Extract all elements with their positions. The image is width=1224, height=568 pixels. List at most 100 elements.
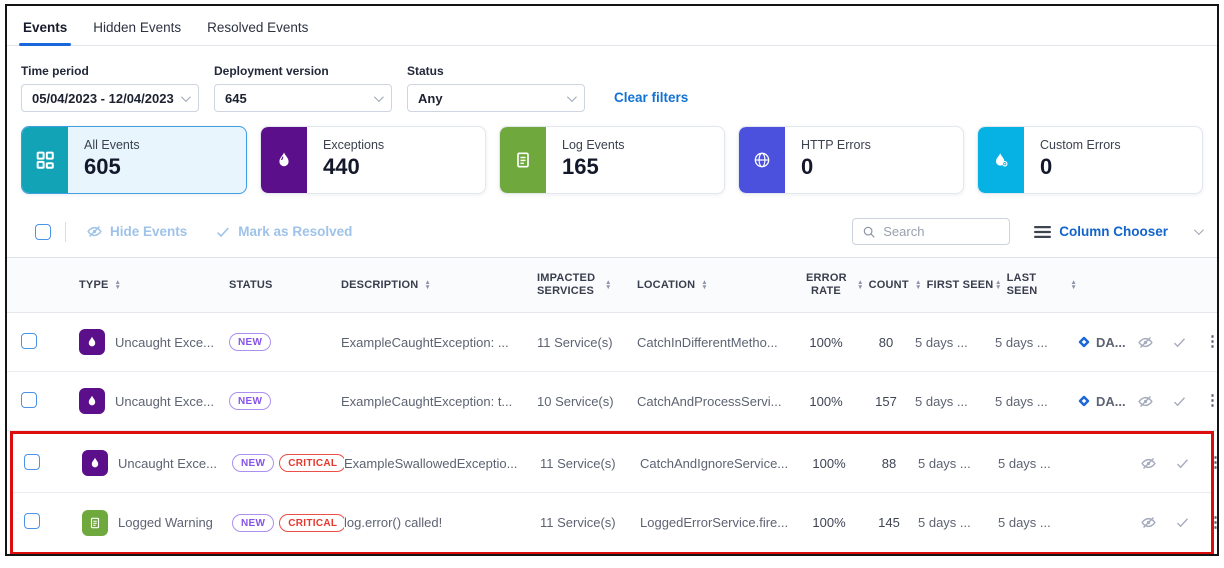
last-seen-value: 5 days ...	[995, 335, 1077, 350]
sort-icon[interactable]: ▲▼	[115, 280, 122, 291]
chevron-down-icon	[567, 92, 577, 102]
sort-icon[interactable]: ▲▼	[995, 280, 1002, 291]
flame-icon	[79, 329, 105, 355]
row-checkbox[interactable]	[21, 333, 37, 349]
table-row[interactable]: Uncaught Exce... NEW ExampleCaughtExcept…	[7, 313, 1217, 372]
row-menu-icon[interactable]: ⋮	[1208, 456, 1219, 470]
event-location: CatchInDifferentMetho...	[637, 335, 795, 350]
card-value: 165	[562, 154, 625, 180]
card-log-events[interactable]: Log Events 165	[499, 126, 725, 194]
jira-ticket-link[interactable]: DA...	[1077, 394, 1137, 409]
count-value: 80	[857, 335, 915, 350]
card-label: HTTP Errors	[801, 138, 871, 152]
deployment-version-label: Deployment version	[214, 64, 392, 78]
search-input[interactable]	[883, 224, 993, 239]
card-custom-errors[interactable]: Custom Errors 0	[977, 126, 1203, 194]
resolve-event-icon[interactable]	[1175, 515, 1190, 530]
jira-diamond-icon	[1077, 335, 1091, 349]
mark-resolved-label: Mark as Resolved	[238, 224, 352, 239]
toolbar-divider	[65, 222, 66, 242]
card-label: Exceptions	[323, 138, 384, 152]
error-rate-value: 100%	[798, 456, 860, 471]
table-row[interactable]: Uncaught Exce... NEW CRITICAL ExampleSwa…	[13, 434, 1211, 493]
filter-status: Status Any	[407, 64, 585, 112]
hide-event-icon[interactable]	[1137, 334, 1154, 351]
mark-resolved-button[interactable]: Mark as Resolved	[215, 224, 352, 240]
impacted-services-link[interactable]: 11 Service(s)	[537, 335, 637, 350]
error-rate-value: 100%	[795, 394, 857, 409]
column-header-type[interactable]: TYPE▲▼	[79, 279, 229, 292]
column-header-count[interactable]: ▲▼COUNT	[857, 279, 915, 292]
menu-icon	[1034, 225, 1051, 239]
column-header-impacted-services[interactable]: IMPACTED SERVICES▲▼	[537, 272, 637, 298]
row-checkbox[interactable]	[24, 513, 40, 529]
card-exceptions[interactable]: Exceptions 440	[260, 126, 486, 194]
select-all-checkbox[interactable]	[35, 224, 51, 240]
hide-event-icon[interactable]	[1140, 514, 1157, 531]
time-period-value: 05/04/2023 - 12/04/2023	[32, 91, 174, 106]
deployment-version-select[interactable]: 645	[214, 84, 392, 112]
row-checkbox[interactable]	[21, 392, 37, 408]
column-chooser-button[interactable]: Column Chooser	[1034, 224, 1201, 239]
grid-icon	[22, 127, 68, 193]
first-seen-value: 5 days ...	[915, 394, 995, 409]
column-chooser-label: Column Chooser	[1059, 224, 1168, 239]
resolve-event-icon[interactable]	[1172, 394, 1187, 409]
sort-icon[interactable]: ▲▼	[701, 280, 708, 291]
first-seen-value: 5 days ...	[915, 335, 995, 350]
status-select[interactable]: Any	[407, 84, 585, 112]
tab-hidden-events[interactable]: Hidden Events	[93, 20, 181, 45]
status-badge-critical: CRITICAL	[279, 454, 344, 472]
hide-event-icon[interactable]	[1140, 455, 1157, 472]
card-label: Custom Errors	[1040, 138, 1121, 152]
row-menu-icon[interactable]: ⋮	[1205, 394, 1219, 408]
sort-icon[interactable]: ▲▼	[1070, 280, 1077, 291]
flame-icon	[79, 388, 105, 414]
time-period-select[interactable]: 05/04/2023 - 12/04/2023	[21, 84, 199, 112]
card-http-errors[interactable]: HTTP Errors 0	[738, 126, 964, 194]
column-header-status[interactable]: STATUS	[229, 279, 341, 292]
chevron-down-icon	[1194, 225, 1204, 235]
hide-events-button[interactable]: Hide Events	[86, 223, 187, 240]
hide-event-icon[interactable]	[1137, 393, 1154, 410]
first-seen-value: 5 days ...	[918, 515, 998, 530]
clear-filters-button[interactable]: Clear filters	[614, 90, 688, 105]
event-type-label: Uncaught Exce...	[115, 394, 214, 409]
resolve-event-icon[interactable]	[1175, 456, 1190, 471]
impacted-services-link[interactable]: 11 Service(s)	[540, 456, 640, 471]
impacted-services-link[interactable]: 10 Service(s)	[537, 394, 637, 409]
column-header-location[interactable]: LOCATION▲▼	[637, 279, 795, 292]
table-row[interactable]: Uncaught Exce... NEW ExampleCaughtExcept…	[7, 372, 1217, 431]
row-checkbox[interactable]	[24, 454, 40, 470]
status-badge-new: NEW	[229, 392, 271, 410]
event-type-label: Uncaught Exce...	[118, 456, 217, 471]
impacted-services-link[interactable]: 11 Service(s)	[540, 515, 640, 530]
column-header-first-seen[interactable]: ▲▼FIRST SEEN	[915, 279, 995, 292]
table-row[interactable]: Logged Warning NEW CRITICAL log.error() …	[13, 493, 1211, 552]
last-seen-value: 5 days ...	[995, 394, 1077, 409]
error-rate-value: 100%	[795, 335, 857, 350]
row-menu-icon[interactable]: ⋮	[1205, 335, 1219, 349]
column-header-last-seen[interactable]: ▲▼LAST SEEN▲▼	[995, 272, 1077, 298]
row-menu-icon[interactable]: ⋮	[1208, 516, 1219, 530]
globe-icon	[739, 127, 785, 193]
sort-icon[interactable]: ▲▼	[915, 280, 922, 291]
event-location: LoggedErrorService.fire...	[640, 515, 798, 530]
column-header-error-rate[interactable]: ERROR RATE	[795, 272, 857, 298]
event-type-label: Uncaught Exce...	[115, 335, 214, 350]
jira-ticket-link[interactable]: DA...	[1077, 335, 1137, 350]
sort-icon[interactable]: ▲▼	[424, 280, 431, 291]
document-icon	[500, 127, 546, 193]
count-value: 88	[860, 456, 918, 471]
card-all-events[interactable]: All Events 605	[21, 126, 247, 194]
resolve-event-icon[interactable]	[1172, 335, 1187, 350]
tab-resolved-events[interactable]: Resolved Events	[207, 20, 308, 45]
column-header-description[interactable]: DESCRIPTION▲▼	[341, 279, 537, 292]
sort-icon[interactable]: ▲▼	[857, 280, 864, 291]
status-label: Status	[407, 64, 585, 78]
sort-icon[interactable]: ▲▼	[605, 280, 612, 291]
chevron-down-icon	[374, 92, 384, 102]
card-label: Log Events	[562, 138, 625, 152]
eye-slash-icon	[86, 223, 103, 240]
tab-events[interactable]: Events	[23, 20, 67, 45]
